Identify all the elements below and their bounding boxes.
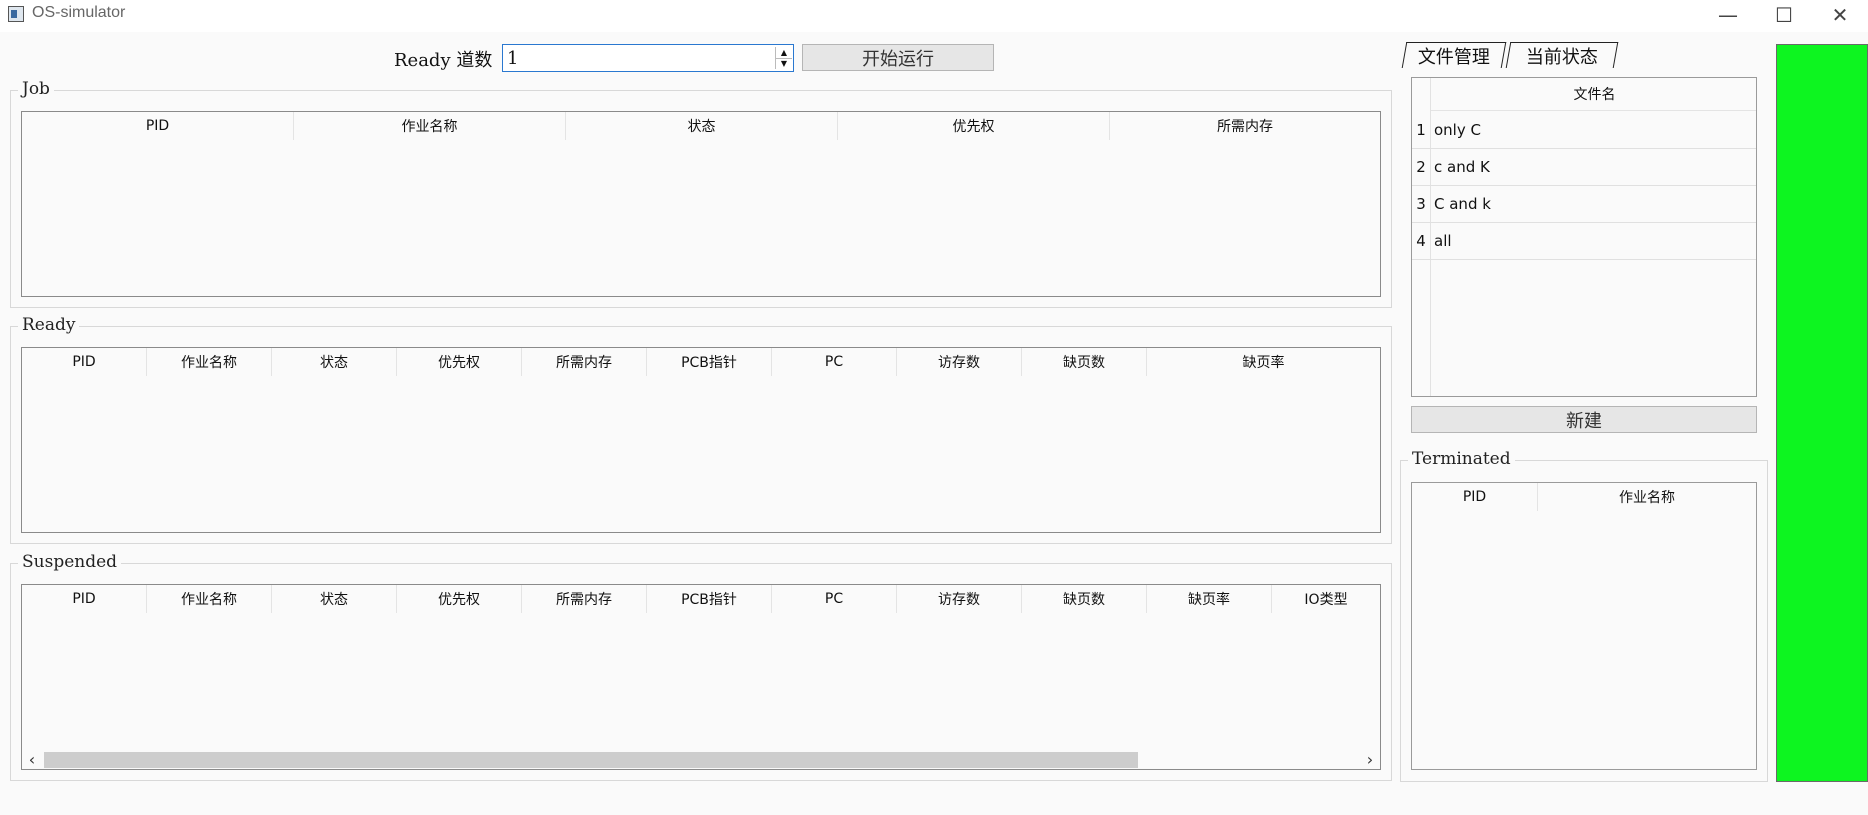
column-header[interactable]: 访存数 [897,348,1022,376]
column-header[interactable]: PID [22,348,147,376]
column-header[interactable]: PID [22,112,294,140]
start-run-button[interactable]: 开始运行 [802,44,994,71]
column-header[interactable]: 访存数 [897,585,1022,613]
column-header[interactable]: 作业名称 [294,112,566,140]
job-group-title: Job [18,79,54,99]
file-name[interactable]: all [1434,222,1452,259]
app-icon [8,6,24,22]
new-file-button[interactable]: 新建 [1411,406,1757,433]
tab-file-management[interactable]: 文件管理 [1401,42,1507,68]
column-header[interactable]: PCB指针 [647,585,772,613]
column-header[interactable]: 缺页率 [1147,348,1380,376]
terminated-table[interactable]: PID 作业名称 [1411,482,1757,770]
spin-down-icon[interactable]: ▼ [776,58,792,69]
terminated-table-header: PID 作业名称 [1412,483,1756,511]
tab-label: 文件管理 [1417,46,1490,68]
row-number: 3 [1416,194,1426,213]
file-name[interactable]: c and K [1434,148,1490,185]
column-header[interactable]: 所需内存 [522,585,647,613]
list-item[interactable]: 1 only C [1412,111,1756,149]
suspended-table[interactable]: PID 作业名称 状态 优先权 所需内存 PCB指针 PC 访存数 缺页数 缺页… [21,584,1381,770]
terminated-group-title: Terminated [1408,449,1515,469]
suspended-group-title: Suspended [18,552,122,572]
title-bar: OS-simulator — ☐ ✕ [0,0,1868,32]
file-name[interactable]: C and k [1434,185,1491,222]
ready-count-label: Ready 道数 [394,50,493,71]
list-item[interactable]: 3 C and k [1412,185,1756,223]
column-header[interactable]: 缺页数 [1022,585,1147,613]
window-title: OS-simulator [32,4,126,21]
job-table-header: PID 作业名称 状态 优先权 所需内存 [22,112,1380,140]
ready-count-spinbox[interactable]: 1 ▲ ▼ [502,44,794,72]
column-header[interactable]: 作业名称 [147,348,272,376]
file-name-header[interactable]: 文件名 [1431,78,1756,111]
row-number: 1 [1416,120,1426,139]
column-header[interactable]: IO类型 [1272,585,1380,613]
column-header[interactable]: PID [22,585,147,613]
close-icon[interactable]: ✕ [1812,0,1868,30]
column-header[interactable]: 优先权 [838,112,1110,140]
row-number: 4 [1416,231,1426,250]
column-header[interactable]: 优先权 [397,585,522,613]
column-header[interactable]: 优先权 [397,348,522,376]
column-header[interactable]: 状态 [566,112,838,140]
column-header[interactable]: 状态 [272,585,397,613]
row-number: 2 [1416,157,1426,176]
column-header[interactable]: PC [772,348,897,376]
file-name[interactable]: only C [1434,111,1481,148]
column-header[interactable]: PCB指针 [647,348,772,376]
status-indicator-panel [1776,44,1868,782]
job-table[interactable]: PID 作业名称 状态 优先权 所需内存 [21,111,1381,297]
column-header[interactable]: 所需内存 [1110,112,1380,140]
column-header[interactable]: 缺页率 [1147,585,1272,613]
scroll-left-icon[interactable]: ‹ [22,749,42,769]
column-header[interactable]: 状态 [272,348,397,376]
column-header[interactable]: 所需内存 [522,348,647,376]
spinbox-value[interactable]: 1 [507,48,518,69]
tab-current-status[interactable]: 当前状态 [1505,42,1619,68]
tab-label: 当前状态 [1525,46,1598,68]
column-header[interactable]: 作业名称 [147,585,272,613]
column-header[interactable]: PC [772,585,897,613]
maximize-icon[interactable]: ☐ [1756,0,1812,30]
list-item[interactable]: 4 all [1412,222,1756,260]
column-header[interactable]: 作业名称 [1538,483,1756,511]
file-table[interactable]: 文件名 1 only C 2 c and K 3 C and k 4 all [1411,77,1757,397]
ready-table-header: PID 作业名称 状态 优先权 所需内存 PCB指针 PC 访存数 缺页数 缺页… [22,348,1380,376]
list-item[interactable]: 2 c and K [1412,148,1756,186]
horizontal-scrollbar[interactable]: ‹ › [22,749,1380,769]
ready-group-title: Ready [18,315,80,335]
scrollbar-thumb[interactable] [44,752,1138,768]
ready-table[interactable]: PID 作业名称 状态 优先权 所需内存 PCB指针 PC 访存数 缺页数 缺页… [21,347,1381,533]
minimize-icon[interactable]: — [1700,0,1756,30]
column-header[interactable]: 缺页数 [1022,348,1147,376]
scroll-right-icon[interactable]: › [1360,749,1380,769]
suspended-table-header: PID 作业名称 状态 优先权 所需内存 PCB指针 PC 访存数 缺页数 缺页… [22,585,1380,613]
spinbox-buttons[interactable]: ▲ ▼ [775,47,792,69]
column-header[interactable]: PID [1412,483,1538,511]
